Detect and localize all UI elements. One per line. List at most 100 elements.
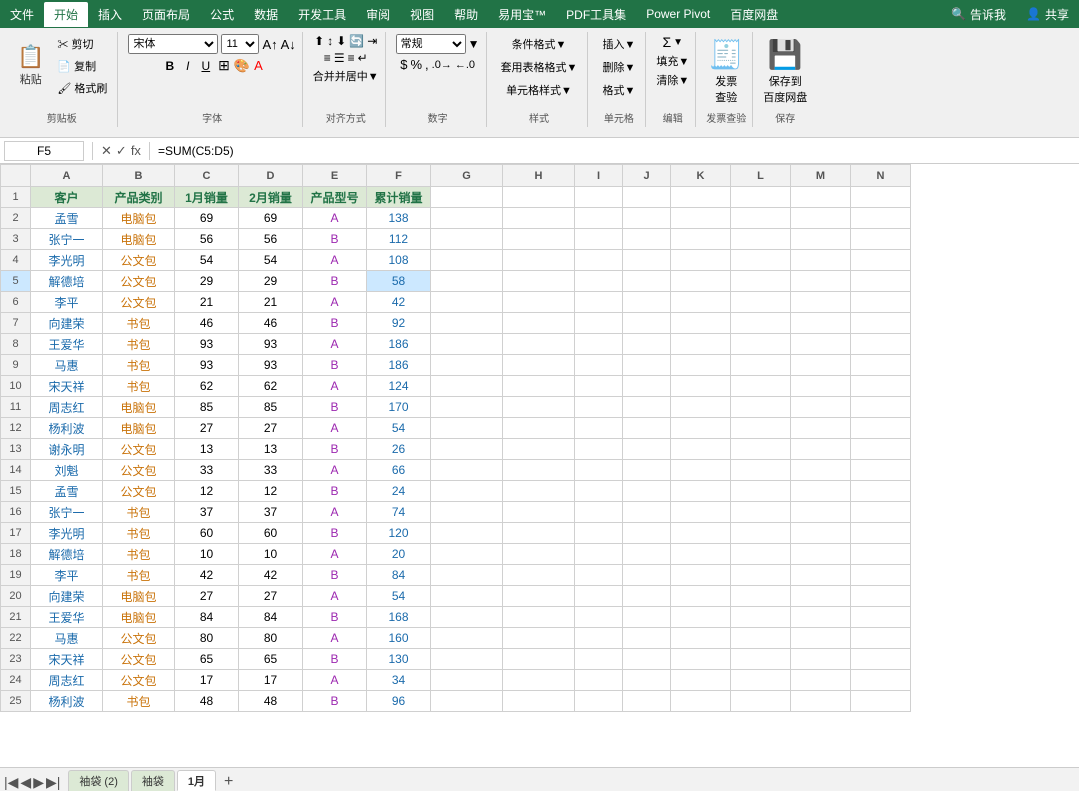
cell-M19[interactable] xyxy=(791,565,851,586)
cell-F14[interactable]: 66 xyxy=(367,460,431,481)
cell-H11[interactable] xyxy=(503,397,575,418)
cell-E16[interactable]: A xyxy=(303,502,367,523)
cell-B22[interactable]: 公文包 xyxy=(103,628,175,649)
cell-J20[interactable] xyxy=(623,586,671,607)
cell-K20[interactable] xyxy=(671,586,731,607)
cell-K19[interactable] xyxy=(671,565,731,586)
align-center-button[interactable]: ☰ xyxy=(334,51,345,65)
cell-N21[interactable] xyxy=(851,607,911,628)
cell-L1[interactable] xyxy=(731,187,791,208)
cell-L14[interactable] xyxy=(731,460,791,481)
cell-G20[interactable] xyxy=(431,586,503,607)
cell-C18[interactable]: 10 xyxy=(175,544,239,565)
cell-I7[interactable] xyxy=(575,313,623,334)
cell-C14[interactable]: 33 xyxy=(175,460,239,481)
cell-C24[interactable]: 17 xyxy=(175,670,239,691)
cell-K25[interactable] xyxy=(671,691,731,712)
cell-L23[interactable] xyxy=(731,649,791,670)
cell-N22[interactable] xyxy=(851,628,911,649)
cell-N20[interactable] xyxy=(851,586,911,607)
format-as-table-button[interactable]: 套用表格格式▼ xyxy=(497,57,582,77)
cell-B2[interactable]: 电脑包 xyxy=(103,208,175,229)
cell-A15[interactable]: 孟雪 xyxy=(31,481,103,502)
align-top-button[interactable]: ⬆ xyxy=(314,34,324,48)
cell-I18[interactable] xyxy=(575,544,623,565)
cell-J13[interactable] xyxy=(623,439,671,460)
cell-N4[interactable] xyxy=(851,250,911,271)
cell-K9[interactable] xyxy=(671,355,731,376)
cell-E25[interactable]: B xyxy=(303,691,367,712)
cell-M23[interactable] xyxy=(791,649,851,670)
cell-L24[interactable] xyxy=(731,670,791,691)
cell-N15[interactable] xyxy=(851,481,911,502)
cell-G10[interactable] xyxy=(431,376,503,397)
cell-K5[interactable] xyxy=(671,271,731,292)
cell-F20[interactable]: 54 xyxy=(367,586,431,607)
cell-A5[interactable]: 解德培 xyxy=(31,271,103,292)
cell-K11[interactable] xyxy=(671,397,731,418)
cell-F22[interactable]: 160 xyxy=(367,628,431,649)
cell-L3[interactable] xyxy=(731,229,791,250)
cell-F8[interactable]: 186 xyxy=(367,334,431,355)
cell-K6[interactable] xyxy=(671,292,731,313)
cell-H18[interactable] xyxy=(503,544,575,565)
paste-button[interactable]: 📋 粘贴 xyxy=(12,39,49,94)
cell-L5[interactable] xyxy=(731,271,791,292)
cell-L17[interactable] xyxy=(731,523,791,544)
cell-G22[interactable] xyxy=(431,628,503,649)
cell-C22[interactable]: 80 xyxy=(175,628,239,649)
cell-D19[interactable]: 42 xyxy=(239,565,303,586)
cell-G6[interactable] xyxy=(431,292,503,313)
cell-N11[interactable] xyxy=(851,397,911,418)
cell-L20[interactable] xyxy=(731,586,791,607)
format-painter-button[interactable]: 🖌 格式刷 xyxy=(53,78,111,98)
cell-M1[interactable] xyxy=(791,187,851,208)
cell-J24[interactable] xyxy=(623,670,671,691)
cell-J25[interactable] xyxy=(623,691,671,712)
cell-H6[interactable] xyxy=(503,292,575,313)
cell-B3[interactable]: 电脑包 xyxy=(103,229,175,250)
cell-K21[interactable] xyxy=(671,607,731,628)
cell-M15[interactable] xyxy=(791,481,851,502)
copy-button[interactable]: 📄 复制 xyxy=(53,56,111,76)
cell-A14[interactable]: 刘魁 xyxy=(31,460,103,481)
cell-G25[interactable] xyxy=(431,691,503,712)
cell-C21[interactable]: 84 xyxy=(175,607,239,628)
cell-B6[interactable]: 公文包 xyxy=(103,292,175,313)
cell-G8[interactable] xyxy=(431,334,503,355)
cell-J23[interactable] xyxy=(623,649,671,670)
confirm-formula-icon[interactable]: ✓ xyxy=(116,143,127,159)
cell-J21[interactable] xyxy=(623,607,671,628)
cell-I12[interactable] xyxy=(575,418,623,439)
cell-G13[interactable] xyxy=(431,439,503,460)
cell-A6[interactable]: 李平 xyxy=(31,292,103,313)
decrease-font-size-button[interactable]: A↓ xyxy=(281,37,296,52)
cell-J6[interactable] xyxy=(623,292,671,313)
cell-H1[interactable] xyxy=(503,187,575,208)
cell-A11[interactable]: 周志红 xyxy=(31,397,103,418)
cell-L21[interactable] xyxy=(731,607,791,628)
cell-N1[interactable] xyxy=(851,187,911,208)
cell-K8[interactable] xyxy=(671,334,731,355)
cell-I8[interactable] xyxy=(575,334,623,355)
cell-E3[interactable]: B xyxy=(303,229,367,250)
cell-B21[interactable]: 电脑包 xyxy=(103,607,175,628)
formula-input[interactable] xyxy=(158,144,1075,158)
cell-D15[interactable]: 12 xyxy=(239,481,303,502)
col-header-J[interactable]: J xyxy=(623,165,671,187)
insert-function-icon[interactable]: fx xyxy=(131,143,141,158)
cell-N23[interactable] xyxy=(851,649,911,670)
cell-L8[interactable] xyxy=(731,334,791,355)
sheet-tab-0[interactable]: 袖袋 (2) xyxy=(68,770,129,791)
format-cells-button[interactable]: 格式▼ xyxy=(598,80,639,100)
cell-E15[interactable]: B xyxy=(303,481,367,502)
cell-N10[interactable] xyxy=(851,376,911,397)
col-header-B[interactable]: B xyxy=(103,165,175,187)
cell-G24[interactable] xyxy=(431,670,503,691)
header-cell-D1[interactable]: 2月销量 xyxy=(239,187,303,208)
cell-B7[interactable]: 书包 xyxy=(103,313,175,334)
bold-button[interactable]: B xyxy=(161,58,178,74)
cell-F12[interactable]: 54 xyxy=(367,418,431,439)
cell-K2[interactable] xyxy=(671,208,731,229)
cell-E14[interactable]: A xyxy=(303,460,367,481)
